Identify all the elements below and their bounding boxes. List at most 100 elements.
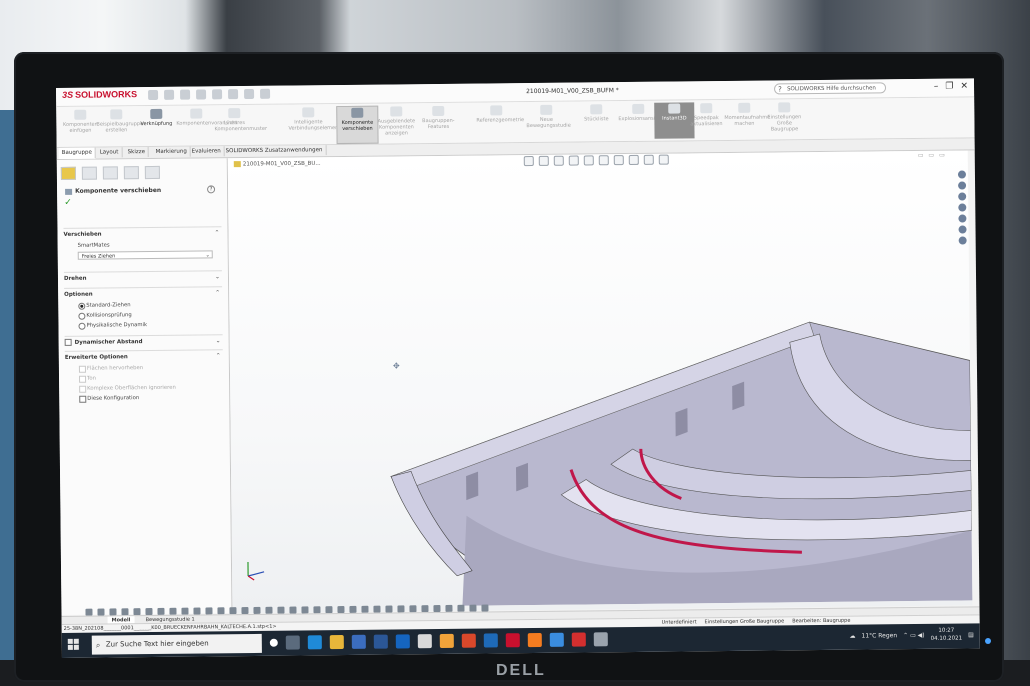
tab-skizze[interactable]: Skizze [124, 147, 150, 158]
appearance-icon[interactable] [628, 154, 639, 166]
view-settings-icon[interactable] [658, 154, 669, 165]
print-icon[interactable] [196, 89, 207, 100]
app-icon[interactable] [417, 634, 432, 649]
display-manager-icon[interactable] [144, 165, 160, 180]
new-icon[interactable] [148, 89, 159, 101]
property-manager-icon[interactable] [81, 166, 97, 180]
chevron-down-icon[interactable]: ⌄ [216, 337, 221, 344]
ribbon-button[interactable]: Explosionsansicht [618, 103, 663, 139]
viewport-window-controls[interactable]: ▭▭▭ [918, 152, 950, 159]
ribbon-button[interactable]: Komponenten einfügen [60, 109, 100, 145]
file-explorer-icon[interactable] [329, 635, 344, 650]
file-explorer-icon[interactable] [958, 203, 967, 212]
chevron-up-icon[interactable]: ⌃ [215, 289, 220, 296]
taskbar-apps[interactable] [269, 632, 608, 650]
app-icon[interactable] [549, 632, 564, 647]
tab-solidworks-zusatzanwendungen[interactable]: SOLIDWORKS Zusatzanwendungen [222, 145, 327, 157]
weather-icon[interactable]: ☁ [849, 632, 855, 639]
undo-icon[interactable] [212, 89, 223, 100]
section-header-dynamischer-abstand[interactable]: Dynamischer Abstand [64, 335, 223, 349]
ribbon-button[interactable]: Verknüpfung [136, 108, 176, 144]
ribbon-button[interactable]: Baugruppen-Features [418, 105, 458, 141]
bottom-tool-icon[interactable] [169, 607, 177, 615]
cortana-icon[interactable] [269, 638, 278, 647]
custom-properties-icon[interactable] [958, 236, 967, 245]
tab-baugruppe[interactable]: Baugruppe [58, 147, 96, 159]
save-icon[interactable] [180, 89, 191, 100]
ribbon-button[interactable]: Intelligente Verbindungselemente [288, 106, 343, 142]
minimize-button[interactable]: – [934, 82, 939, 92]
scene-icon[interactable] [643, 154, 654, 165]
ribbon-button[interactable]: Beispielbaugruppe erstellen [96, 108, 143, 144]
firefox-icon[interactable] [527, 632, 542, 648]
select-icon[interactable] [228, 89, 239, 100]
app-icon[interactable] [593, 632, 608, 647]
checkbox[interactable] [79, 385, 87, 393]
pm-help-button[interactable]: ? [207, 185, 216, 194]
checkbox[interactable] [78, 365, 86, 373]
appearances-icon[interactable] [958, 225, 967, 234]
checkbox[interactable] [64, 338, 72, 346]
task-view-icon[interactable] [285, 635, 300, 650]
quick-access-toolbar[interactable] [148, 88, 271, 101]
model-slot[interactable] [515, 462, 529, 492]
options-icon[interactable] [260, 88, 271, 99]
weather-text[interactable]: 11°C Regen [861, 632, 897, 639]
zoom-area-icon[interactable] [538, 155, 549, 166]
checkbox[interactable] [79, 395, 87, 403]
radio-physikalische-dynamik[interactable]: Physikalische Dynamik [64, 319, 222, 331]
display-style-icon[interactable] [598, 155, 609, 166]
ribbon-button[interactable]: Ausgeblendete Komponenten anzeigen [376, 105, 416, 141]
restore-button[interactable]: ❐ [945, 82, 953, 92]
store-icon[interactable] [351, 634, 366, 649]
zoom-fit-icon[interactable] [523, 156, 534, 167]
bottom-tool-icon[interactable] [193, 607, 201, 615]
ribbon-button[interactable]: Stückliste [576, 103, 616, 139]
home-icon[interactable] [958, 181, 967, 190]
ribbon-button[interactable]: Momentaufnahme machen [724, 102, 770, 138]
outlook-icon[interactable] [373, 634, 388, 649]
ok-button[interactable]: ✓ [64, 198, 72, 208]
tray-icons[interactable]: ⌃ ▭ ◀) [903, 631, 925, 638]
taskbar-search-input[interactable]: ⌕ Zur Suche Text hier eingeben [91, 633, 262, 655]
tab-markierung[interactable]: Markierung [152, 146, 191, 157]
model-slot[interactable] [732, 381, 745, 411]
app-icon[interactable] [439, 633, 454, 649]
heads-up-toolbar[interactable] [523, 154, 669, 167]
radio[interactable] [78, 312, 86, 320]
ribbon-button[interactable]: Komponentenvoransicht [176, 107, 237, 143]
graphics-area[interactable]: 210019-M01_V00_ZSB_BU... ▭▭▭ ✥ [227, 150, 973, 614]
rebuild-icon[interactable] [244, 88, 255, 100]
chevron-up-icon[interactable]: ⌃ [214, 229, 219, 236]
radio[interactable] [78, 322, 86, 330]
section-header-drehen[interactable]: Drehen [64, 271, 222, 285]
close-button[interactable]: ✕ [960, 81, 968, 91]
model-slot[interactable] [675, 408, 688, 437]
bottom-tool-icon[interactable] [145, 608, 153, 616]
chevron-up-icon[interactable]: ⌃ [216, 352, 221, 359]
3d-model[interactable] [369, 280, 973, 606]
help-search-input[interactable]: ? SOLIDWORKS Hilfe durchsuchen [773, 82, 887, 95]
app-icon[interactable] [461, 633, 476, 648]
bottom-tool-icon[interactable] [133, 608, 141, 616]
model-slot[interactable] [466, 471, 479, 501]
teams-icon[interactable] [483, 633, 498, 648]
library-icon[interactable] [958, 192, 967, 201]
ribbon-button[interactable]: Einstellungen Große Baugruppe [764, 101, 804, 137]
window-controls[interactable]: – ❐ ✕ [934, 81, 968, 91]
checkbox[interactable] [79, 375, 87, 383]
ribbon-button[interactable]: Neue Bewegungsstudie [526, 104, 571, 140]
edge-icon[interactable] [307, 635, 322, 650]
bottom-tool-icon[interactable] [181, 607, 189, 615]
view-orientation-icon[interactable] [583, 155, 594, 166]
dimxpert-icon[interactable] [123, 166, 139, 180]
feature-manager-icon[interactable] [60, 166, 76, 180]
bottom-tool-icon[interactable] [157, 607, 165, 615]
ribbon-button[interactable]: Lineares Komponentenmuster [214, 107, 267, 143]
windows-start-icon[interactable] [67, 638, 79, 650]
breadcrumb[interactable]: 210019-M01_V00_ZSB_BU... [233, 160, 321, 168]
bottom-tool-icon[interactable] [433, 605, 441, 613]
move-mode-select[interactable]: Freies Ziehen ⌄ [77, 250, 213, 260]
bottom-tool-icon[interactable] [421, 605, 429, 613]
chevron-down-icon[interactable]: ⌄ [215, 273, 220, 280]
